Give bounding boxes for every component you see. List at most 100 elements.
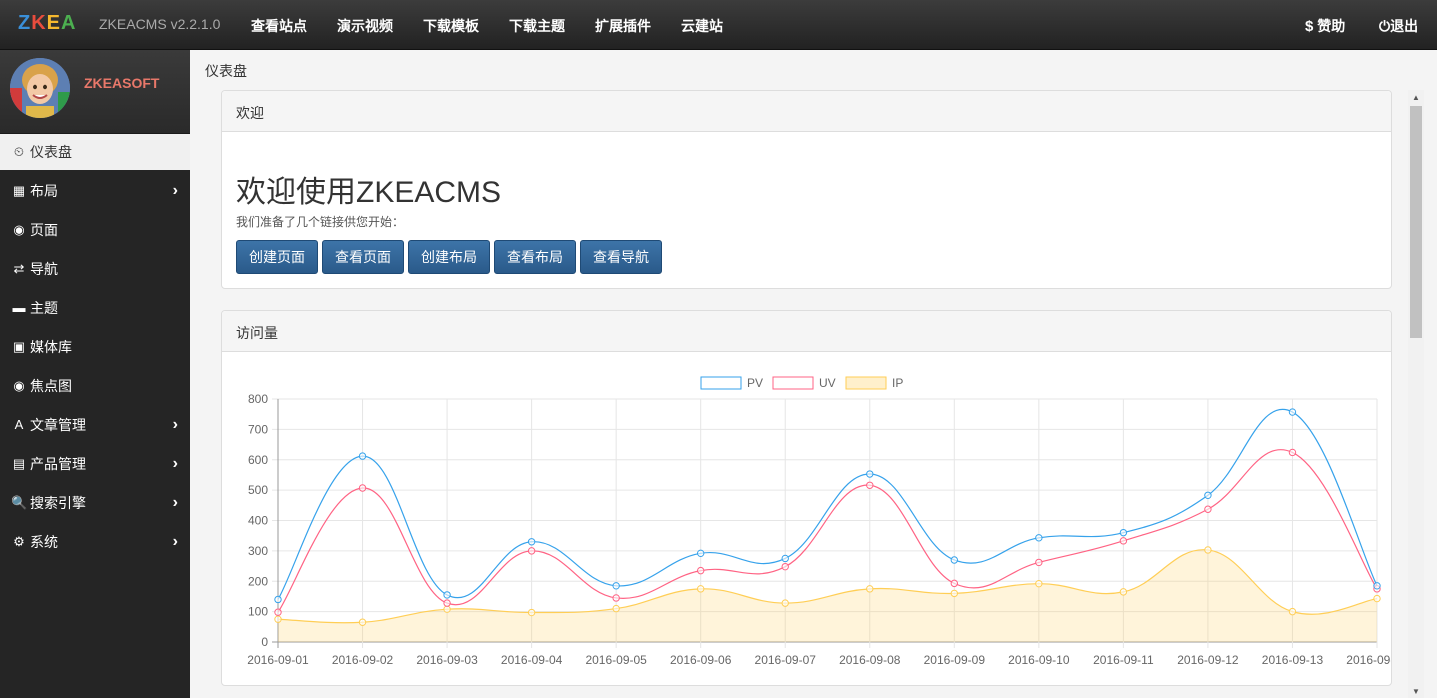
- brand-letter-z: Z: [18, 12, 32, 34]
- data-point-ip: [696, 585, 705, 593]
- eye-icon: ◉: [13, 222, 25, 237]
- nav-download-theme[interactable]: 下载主题: [509, 16, 565, 36]
- create-layout-button[interactable]: 创建布局: [408, 240, 490, 274]
- username: ZKEASOFT: [84, 75, 160, 91]
- data-point-pv: [1204, 491, 1212, 499]
- logout-link[interactable]: ⏻退出: [1379, 16, 1418, 36]
- brand-letter-e: E: [46, 12, 62, 34]
- search-icon: 🔍: [11, 495, 28, 510]
- view-navigation-button[interactable]: 查看导航: [580, 240, 662, 274]
- data-point-uv: [1204, 505, 1212, 513]
- chevron-right-icon: ›: [172, 416, 178, 433]
- nav-cloud-site[interactable]: 云建站: [681, 16, 723, 36]
- user-panel: ZKEASOFT: [0, 50, 190, 134]
- y-tick-label: 400: [248, 514, 268, 528]
- nav-plugins[interactable]: 扩展插件: [595, 16, 651, 36]
- sidebar-item-10[interactable]: ⚙ 系统 ›: [0, 524, 190, 560]
- sidebar-item-2[interactable]: ◉ 页面: [0, 212, 190, 248]
- blackboard-icon: ▬: [12, 300, 26, 315]
- legend-label: PV: [747, 376, 763, 390]
- version-label[interactable]: ZKEACMS v2.2.1.0: [99, 16, 220, 32]
- sidebar-item-label: 搜索引擎: [30, 495, 86, 511]
- scroll-thumb[interactable]: [1410, 106, 1422, 338]
- chevron-right-icon: ›: [172, 533, 178, 550]
- view-layouts-button[interactable]: 查看布局: [494, 240, 576, 274]
- data-point-uv: [443, 599, 451, 607]
- data-point-uv: [1035, 558, 1043, 567]
- sidebar-item-label: 文章管理: [30, 417, 86, 433]
- sidebar-item-9[interactable]: 🔍 搜索引擎 ›: [0, 485, 190, 521]
- page-scrollbar[interactable]: ▲ ▼: [1408, 90, 1424, 698]
- data-point-ip: [1035, 579, 1043, 588]
- sidebar-item-1[interactable]: ▦ 布局 ›: [0, 173, 190, 209]
- welcome-subtitle: 我们准备了几个链接供您开始：: [236, 215, 405, 229]
- sidebar-item-3[interactable]: ⇄ 导航: [0, 251, 190, 287]
- data-point-ip: [527, 608, 536, 617]
- dollar-icon: $: [1305, 18, 1314, 35]
- sidebar: ZKEASOFT ⏲ 仪表盘 ▦ 布局 › ◉ 页面 ⇄ 导航 ▬ 主题 ▣ 媒体库 ◉ 焦点图 A 文章管理 ›…: [0, 50, 190, 698]
- data-point-uv: [358, 484, 367, 492]
- sidebar-item-7[interactable]: A 文章管理 ›: [0, 407, 190, 443]
- retweet-icon: ⇄: [13, 261, 25, 276]
- sidebar-item-label: 焦点图: [30, 378, 72, 394]
- data-point-ip: [1288, 607, 1297, 616]
- data-point-ip: [950, 589, 959, 598]
- data-point-ip: [866, 585, 874, 593]
- x-tick-label: 2016-09-12: [1177, 653, 1239, 667]
- x-tick-label: 2016-09-14: [1346, 653, 1391, 667]
- view-pages-button[interactable]: 查看页面: [322, 240, 404, 274]
- data-point-pv: [696, 549, 705, 558]
- traffic-panel-heading: 访问量: [222, 311, 1391, 352]
- traffic-line-chart: 0 100 200 300 400 500 600 700 800 2016-09-01 2016-…: [247, 376, 1391, 667]
- x-tick-label: 2016-09-11: [1093, 653, 1154, 667]
- sidebar-item-5[interactable]: ▣ 媒体库: [0, 329, 190, 365]
- sidebar-item-8[interactable]: ▤ 产品管理 ›: [0, 446, 190, 482]
- y-tick-label: 100: [248, 605, 268, 619]
- sidebar-item-4[interactable]: ▬ 主题: [0, 290, 190, 326]
- legend-swatch-ip: [845, 376, 887, 390]
- data-point-ip: [443, 605, 451, 613]
- chevron-right-icon: ›: [172, 455, 178, 472]
- y-tick-label: 300: [248, 544, 268, 558]
- welcome-panel: 欢迎 欢迎使用ZKEACMS 我们准备了几个链接供您开始： 创建页面 查看页面 …: [221, 90, 1392, 289]
- legend-swatch-pv: [700, 376, 742, 390]
- create-page-button[interactable]: 创建页面: [236, 240, 318, 274]
- data-point-uv: [950, 579, 959, 588]
- nav-download-template[interactable]: 下载模板: [423, 16, 479, 36]
- nav-view-site[interactable]: 查看站点: [251, 16, 307, 36]
- scroll-down-icon[interactable]: ▼: [1408, 686, 1424, 698]
- data-point-uv: [781, 562, 789, 571]
- data-point-uv: [1119, 537, 1128, 545]
- x-tick-label: 2016-09-06: [670, 653, 732, 667]
- sidebar-item-label: 导航: [30, 261, 58, 277]
- sidebar-item-0[interactable]: ⏲ 仪表盘: [0, 134, 190, 170]
- data-point-uv: [274, 608, 282, 616]
- x-tick-label: 2016-09-10: [1008, 653, 1070, 667]
- welcome-panel-heading: 欢迎: [222, 91, 1391, 132]
- data-point-pv: [612, 582, 620, 590]
- x-tick-label: 2016-09-05: [585, 653, 647, 667]
- data-point-pv: [1119, 528, 1128, 537]
- scroll-up-icon[interactable]: ▲: [1408, 92, 1424, 104]
- data-point-pv: [527, 538, 536, 546]
- data-point-uv: [612, 594, 620, 602]
- x-tick-label: 2016-09-08: [839, 653, 901, 667]
- chevron-right-icon: ›: [172, 182, 178, 199]
- brand-letter-k: K: [31, 12, 47, 34]
- sidebar-item-label: 页面: [30, 222, 58, 238]
- sidebar-item-6[interactable]: ◉ 焦点图: [0, 368, 190, 404]
- sidebar-item-label: 产品管理: [30, 456, 86, 472]
- y-tick-label: 700: [248, 422, 268, 436]
- welcome-title: 欢迎使用ZKEACMS: [236, 176, 502, 209]
- series-area-ip: [278, 549, 1377, 642]
- logout-label: 退出: [1390, 18, 1419, 34]
- x-tick-label: 2016-09-13: [1262, 653, 1324, 667]
- data-point-pv: [358, 452, 367, 460]
- dashboard-icon: ⏲: [13, 144, 25, 159]
- nav-demo-video[interactable]: 演示视频: [337, 16, 393, 36]
- sidebar-item-label: 布局: [30, 183, 58, 199]
- x-tick-label: 2016-09-01: [247, 653, 309, 667]
- brand-logo[interactable]: ZKEA: [18, 12, 76, 35]
- legend-label: UV: [819, 376, 836, 390]
- sponsor-link[interactable]: $ 赞助: [1305, 16, 1345, 36]
